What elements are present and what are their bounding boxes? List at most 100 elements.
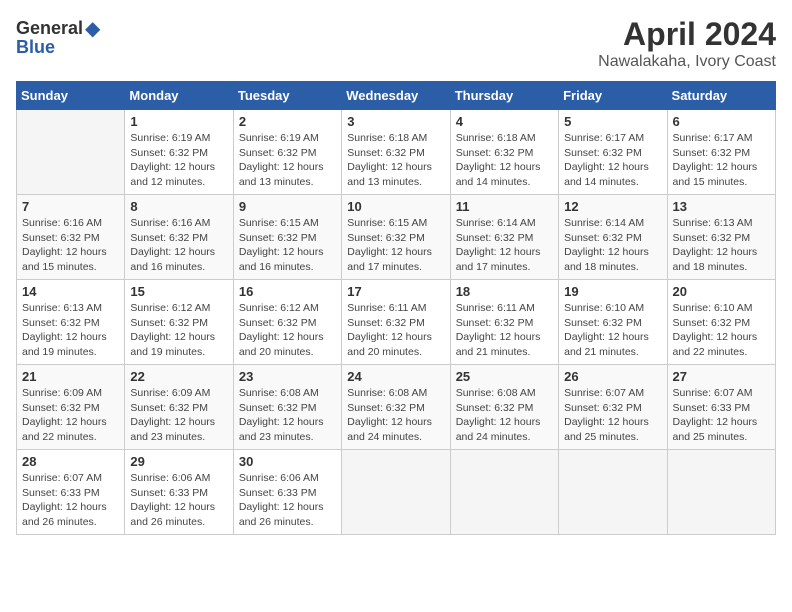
calendar-cell: 6 Sunrise: 6:17 AMSunset: 6:32 PMDaylight…	[667, 110, 775, 195]
calendar-cell: 18Sunrise: 6:11 AMSunset: 6:32 PMDayligh…	[450, 280, 558, 365]
calendar-cell: 5Sunrise: 6:17 AMSunset: 6:32 PMDaylight…	[559, 110, 667, 195]
day-info: Sunrise: 6:19 AMSunset: 6:32 PMDaylight:…	[239, 131, 336, 190]
weekday-header: Friday	[559, 82, 667, 110]
day-number: 9	[239, 199, 336, 214]
day-number: 28	[22, 454, 119, 469]
calendar-cell: 7 Sunrise: 6:16 AMSunset: 6:32 PMDaylight…	[17, 195, 125, 280]
day-info: Sunrise: 6:17 AMSunset: 6:32 PMDaylight:…	[564, 131, 661, 190]
day-info: Sunrise: 6:06 AMSunset: 6:33 PMDaylight:…	[130, 471, 227, 530]
calendar-cell: 22 Sunrise: 6:09 AMSunset: 6:32 PMDayligh…	[125, 365, 233, 450]
day-info: Sunrise: 6:13 AMSunset: 6:32 PMDaylight:…	[22, 301, 119, 360]
calendar-cell: 13 Sunrise: 6:13 AMSunset: 6:32 PMDayligh…	[667, 195, 775, 280]
day-number: 16	[239, 284, 336, 299]
day-number: 22	[130, 369, 227, 384]
calendar-cell: 16 Sunrise: 6:12 AMSunset: 6:32 PMDayligh…	[233, 280, 341, 365]
day-number: 3	[347, 114, 444, 129]
calendar-body: 1 Sunrise: 6:19 AMSunset: 6:32 PMDaylight…	[17, 110, 776, 535]
calendar-cell	[450, 450, 558, 535]
calendar-cell: 26 Sunrise: 6:07 AMSunset: 6:32 PMDayligh…	[559, 365, 667, 450]
page-header: General ◆ Blue April 2024 Nawalakaha, Iv…	[16, 16, 776, 71]
logo-blue-text: Blue	[16, 37, 55, 58]
day-info: Sunrise: 6:13 AMSunset: 6:32 PMDaylight:…	[673, 216, 770, 275]
day-info: Sunrise: 6:09 AMSunset: 6:32 PMDaylight:…	[130, 386, 227, 445]
calendar-cell: 1Sunrise: 6:19 AMSunset: 6:32 PMDaylight…	[125, 110, 233, 195]
weekday-header: Sunday	[17, 82, 125, 110]
day-info: Sunrise: 6:07 AMSunset: 6:33 PMDaylight:…	[22, 471, 119, 530]
day-info: Sunrise: 6:06 AMSunset: 6:33 PMDaylight:…	[239, 471, 336, 530]
day-number: 7	[22, 199, 119, 214]
day-info: Sunrise: 6:18 AMSunset: 6:32 PMDaylight:…	[456, 131, 553, 190]
day-info: Sunrise: 6:07 AMSunset: 6:33 PMDaylight:…	[673, 386, 770, 445]
day-number: 24	[347, 369, 444, 384]
calendar-week-row: 28 Sunrise: 6:07 AMSunset: 6:33 PMDayligh…	[17, 450, 776, 535]
calendar-cell: 9 Sunrise: 6:15 AMSunset: 6:32 PMDaylight…	[233, 195, 341, 280]
day-number: 19	[564, 284, 661, 299]
title-block: April 2024 Nawalakaha, Ivory Coast	[598, 16, 776, 71]
day-info: Sunrise: 6:12 AMSunset: 6:32 PMDaylight:…	[130, 301, 227, 360]
calendar-cell: 4Sunrise: 6:18 AMSunset: 6:32 PMDaylight…	[450, 110, 558, 195]
logo-general-text: General	[16, 18, 83, 39]
day-info: Sunrise: 6:15 AMSunset: 6:32 PMDaylight:…	[347, 216, 444, 275]
weekday-header: Monday	[125, 82, 233, 110]
calendar-week-row: 1 Sunrise: 6:19 AMSunset: 6:32 PMDaylight…	[17, 110, 776, 195]
calendar-header: SundayMondayTuesdayWednesdayThursdayFrid…	[17, 82, 776, 110]
day-info: Sunrise: 6:08 AMSunset: 6:32 PMDaylight:…	[347, 386, 444, 445]
day-number: 12	[564, 199, 661, 214]
day-info: Sunrise: 6:10 AMSunset: 6:32 PMDaylight:…	[564, 301, 661, 360]
day-number: 20	[673, 284, 770, 299]
weekday-header: Wednesday	[342, 82, 450, 110]
calendar-cell: 24 Sunrise: 6:08 AMSunset: 6:32 PMDayligh…	[342, 365, 450, 450]
calendar-week-row: 7 Sunrise: 6:16 AMSunset: 6:32 PMDaylight…	[17, 195, 776, 280]
calendar-cell: 23 Sunrise: 6:08 AMSunset: 6:32 PMDayligh…	[233, 365, 341, 450]
day-info: Sunrise: 6:15 AMSunset: 6:32 PMDaylight:…	[239, 216, 336, 275]
calendar-cell: 28 Sunrise: 6:07 AMSunset: 6:33 PMDayligh…	[17, 450, 125, 535]
day-info: Sunrise: 6:17 AMSunset: 6:32 PMDaylight:…	[673, 131, 770, 190]
day-info: Sunrise: 6:09 AMSunset: 6:32 PMDaylight:…	[22, 386, 119, 445]
day-number: 11	[456, 199, 553, 214]
day-number: 6	[673, 114, 770, 129]
day-info: Sunrise: 6:16 AMSunset: 6:32 PMDaylight:…	[22, 216, 119, 275]
day-info: Sunrise: 6:16 AMSunset: 6:32 PMDaylight:…	[130, 216, 227, 275]
day-number: 1	[130, 114, 227, 129]
calendar-cell: 27 Sunrise: 6:07 AMSunset: 6:33 PMDayligh…	[667, 365, 775, 450]
day-info: Sunrise: 6:10 AMSunset: 6:32 PMDaylight:…	[673, 301, 770, 360]
calendar-cell: 10 Sunrise: 6:15 AMSunset: 6:32 PMDayligh…	[342, 195, 450, 280]
day-info: Sunrise: 6:11 AMSunset: 6:32 PMDaylight:…	[456, 301, 553, 360]
day-info: Sunrise: 6:07 AMSunset: 6:32 PMDaylight:…	[564, 386, 661, 445]
day-info: Sunrise: 6:12 AMSunset: 6:32 PMDaylight:…	[239, 301, 336, 360]
day-info: Sunrise: 6:08 AMSunset: 6:32 PMDaylight:…	[456, 386, 553, 445]
day-number: 21	[22, 369, 119, 384]
day-number: 14	[22, 284, 119, 299]
day-info: Sunrise: 6:08 AMSunset: 6:32 PMDaylight:…	[239, 386, 336, 445]
calendar-week-row: 14 Sunrise: 6:13 AMSunset: 6:32 PMDayligh…	[17, 280, 776, 365]
calendar-cell	[667, 450, 775, 535]
day-number: 26	[564, 369, 661, 384]
calendar-table: SundayMondayTuesdayWednesdayThursdayFrid…	[16, 81, 776, 535]
calendar-cell	[559, 450, 667, 535]
day-number: 10	[347, 199, 444, 214]
day-info: Sunrise: 6:14 AMSunset: 6:32 PMDaylight:…	[564, 216, 661, 275]
day-number: 23	[239, 369, 336, 384]
calendar-cell: 14 Sunrise: 6:13 AMSunset: 6:32 PMDayligh…	[17, 280, 125, 365]
calendar-cell: 21 Sunrise: 6:09 AMSunset: 6:32 PMDayligh…	[17, 365, 125, 450]
calendar-cell	[342, 450, 450, 535]
calendar-cell: 17Sunrise: 6:11 AMSunset: 6:32 PMDayligh…	[342, 280, 450, 365]
day-info: Sunrise: 6:14 AMSunset: 6:32 PMDaylight:…	[456, 216, 553, 275]
calendar-cell: 20 Sunrise: 6:10 AMSunset: 6:32 PMDayligh…	[667, 280, 775, 365]
calendar-cell: 3Sunrise: 6:18 AMSunset: 6:32 PMDaylight…	[342, 110, 450, 195]
day-number: 29	[130, 454, 227, 469]
day-info: Sunrise: 6:11 AMSunset: 6:32 PMDaylight:…	[347, 301, 444, 360]
day-number: 8	[130, 199, 227, 214]
day-number: 27	[673, 369, 770, 384]
day-number: 2	[239, 114, 336, 129]
day-number: 15	[130, 284, 227, 299]
day-number: 13	[673, 199, 770, 214]
calendar-cell: 29 Sunrise: 6:06 AMSunset: 6:33 PMDayligh…	[125, 450, 233, 535]
calendar-cell	[17, 110, 125, 195]
header-row: SundayMondayTuesdayWednesdayThursdayFrid…	[17, 82, 776, 110]
calendar-cell: 12 Sunrise: 6:14 AMSunset: 6:32 PMDayligh…	[559, 195, 667, 280]
weekday-header: Thursday	[450, 82, 558, 110]
calendar-cell: 25Sunrise: 6:08 AMSunset: 6:32 PMDayligh…	[450, 365, 558, 450]
weekday-header: Saturday	[667, 82, 775, 110]
calendar-week-row: 21 Sunrise: 6:09 AMSunset: 6:32 PMDayligh…	[17, 365, 776, 450]
